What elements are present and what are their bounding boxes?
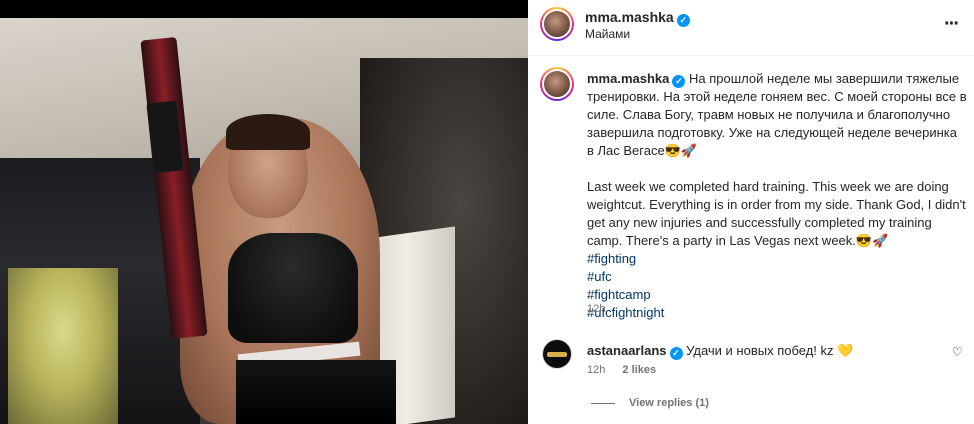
caption-avatar[interactable] [540,67,574,101]
caption-username[interactable]: mma.mashka [587,71,669,86]
comment-text: astanaarlans ✓ Удачи и новых побед! kz 💛 [587,343,927,360]
like-comment-heart-icon[interactable]: ♡ [952,345,963,359]
view-replies-button[interactable]: View replies (1) [591,397,709,409]
verified-badge-icon: ✓ [672,75,686,88]
comments-section[interactable]: mma.mashka ✓ На прошлой неделе мы заверши… [528,57,974,424]
post-header: mma.mashka ✓ Майами ··· [528,0,974,56]
author-avatar[interactable] [540,7,574,41]
more-options-icon[interactable]: ··· [938,13,964,39]
verified-badge-icon: ✓ [676,14,690,27]
replies-line [591,402,615,404]
caption-text: mma.mashka ✓ На прошлой неделе мы заверши… [587,70,967,322]
hashtag-fightcamp[interactable]: #fightcamp [587,286,967,304]
comment-timestamp[interactable]: 12h [587,364,605,376]
hashtag-fighting[interactable]: #fighting [587,250,967,268]
hashtag-ufcfightnight[interactable]: #ufcfightnight [587,304,967,322]
comment-likes[interactable]: 2 likes [622,364,656,376]
caption-timestamp[interactable]: 12h [587,303,605,315]
photo-top [228,233,358,343]
post-sidebar: mma.mashka ✓ Майами ··· mma.mashka ✓ На пр… [528,0,974,424]
brand-logo [547,352,567,357]
photo-hair [226,114,310,150]
author-username[interactable]: mma.mashka ✓ [585,9,690,27]
commenter-avatar[interactable] [542,339,572,369]
post-photo[interactable] [0,0,528,424]
comment-body: Удачи и новых побед! kz 💛 [686,343,854,358]
photo-pants [236,360,396,424]
comment-meta: 12h 2 likes [587,364,656,376]
commenter-username[interactable]: astanaarlans [587,343,667,358]
post-location[interactable]: Майами [585,27,630,41]
photo-doorway [8,268,118,424]
post-image [0,18,528,424]
verified-badge-icon: ✓ [669,347,683,360]
caption-text-en: Last week we completed hard training. Th… [587,179,966,248]
hashtag-ufc[interactable]: #ufc [587,268,967,286]
